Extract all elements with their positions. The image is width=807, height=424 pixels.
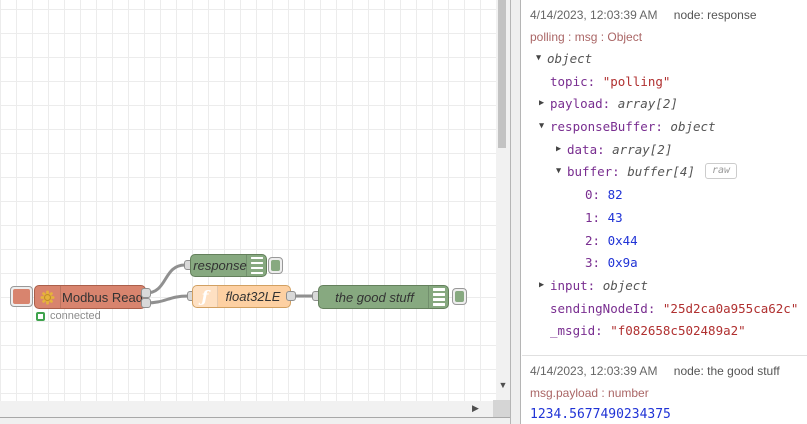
tree-value: "25d2ca0a955ca62c" (662, 300, 799, 316)
tree-key[interactable]: topic: (550, 74, 603, 89)
function-icon: ƒ (193, 286, 218, 307)
debug-tree-row: _msgid: "f082658c502489a2" (530, 323, 799, 346)
scroll-right-arrow-icon[interactable]: ▶ (472, 403, 479, 414)
func-node-label: float32LE (225, 289, 281, 304)
debug-tree-row: 1: 43 (530, 210, 799, 233)
tree-key[interactable]: _msgid: (550, 323, 610, 338)
tree-key[interactable]: buffer: (567, 164, 627, 179)
scroll-down-arrow-icon[interactable]: ▼ (496, 380, 510, 390)
tree-key[interactable]: sendingNodeId: (550, 301, 663, 316)
expand-collapsed-icon[interactable]: ▶ (539, 278, 550, 293)
tree-value: array[2] (617, 96, 678, 112)
goodstuff-toggle-button-fill (455, 291, 464, 302)
tree-key[interactable]: input: (550, 278, 603, 293)
goodstuff-toggle-button[interactable] (452, 288, 467, 305)
debug-message-header: 4/14/2023, 12:03:39 AM node: response (530, 8, 799, 22)
tree-key[interactable]: data: (567, 142, 612, 157)
status-text: connected (50, 310, 101, 322)
expand-expanded-icon[interactable]: ▼ (539, 119, 550, 134)
tree-value: 43 (607, 209, 623, 225)
node-modbus-read[interactable]: Modbus Read (34, 285, 146, 309)
debug-tree-row: ▼ buffer: buffer[4] raw (530, 163, 799, 187)
scrollbar-corner (493, 400, 510, 417)
node-red-window: Modbus Read connected response ƒ float32… (0, 0, 807, 424)
expand-expanded-icon[interactable]: ▼ (536, 51, 547, 66)
expand-collapsed-icon[interactable]: ▶ (556, 142, 567, 157)
flow-canvas[interactable]: Modbus Read connected response ƒ float32… (0, 0, 496, 401)
sidebar-separator[interactable] (510, 0, 521, 424)
debug-message[interactable]: 4/14/2023, 12:03:39 AM node: the good st… (522, 354, 807, 424)
debug-tree-row: 2: 0x44 (530, 233, 799, 256)
tree-value: object (670, 119, 716, 135)
horizontal-scrollbar[interactable]: ▶ (0, 401, 496, 417)
func-output-port[interactable] (286, 291, 296, 301)
debug-timestamp: 4/14/2023, 12:03:39 AM (530, 363, 658, 378)
vertical-scrollbar[interactable]: ▼ (496, 0, 510, 401)
debug-sidebar-icon (428, 286, 448, 308)
tree-value: "f082658c502489a2" (610, 323, 746, 339)
tree-value: object (547, 51, 593, 66)
modbus-output-port-1[interactable] (141, 288, 151, 298)
debug-tree-row: sendingNodeId: "25d2ca0a955ca62c" (530, 301, 799, 324)
debug-payload-value: 1234.5677490234375 (530, 406, 671, 422)
modbus-output-port-2[interactable] (141, 298, 151, 308)
expand-collapsed-icon[interactable]: ▶ (539, 96, 550, 111)
modbus-status: connected (36, 310, 101, 322)
debug-timestamp: 4/14/2023, 12:03:39 AM (530, 8, 658, 22)
tree-value: object (602, 277, 648, 293)
status-ring-icon (36, 311, 45, 321)
modbus-node-button-fill (13, 289, 30, 304)
debug-object-tree: ▼ object topic: "polling" ▶ payload: array[2… (530, 51, 799, 346)
response-toggle-button-fill (271, 260, 280, 271)
tree-key[interactable]: 1: (585, 210, 608, 225)
modbus-node-button[interactable] (10, 286, 33, 307)
debug-tree-row: 0: 82 (530, 187, 799, 210)
tree-value: array[2] (612, 141, 673, 157)
debug-tree-row: ▶ data: array[2] (530, 142, 799, 165)
debug-tree-row: 3: 0x9a (530, 255, 799, 278)
tree-key[interactable]: 3: (585, 255, 608, 270)
tree-value: buffer[4] (627, 164, 695, 180)
tree-value: 0x9a (607, 255, 638, 271)
raw-button[interactable]: raw (704, 163, 738, 180)
debug-tree-row: ▼ object (530, 51, 799, 74)
tree-value: 0x44 (607, 232, 638, 248)
debug-message-header: 4/14/2023, 12:03:39 AM node: the good st… (530, 364, 799, 378)
node-float32le[interactable]: ƒ float32LE (192, 285, 291, 308)
response-node-label: response (193, 258, 247, 273)
debug-tree-row: topic: "polling" (530, 74, 799, 97)
tree-key[interactable]: responseBuffer: (550, 119, 670, 134)
vertical-scrollbar-thumb[interactable] (498, 0, 506, 148)
tree-key[interactable]: 2: (585, 233, 608, 248)
tree-value: 82 (607, 187, 623, 203)
tree-value: "polling" (602, 73, 671, 89)
debug-sidebar-icon (246, 255, 266, 276)
debug-source-node: node: the good stuff (673, 363, 780, 378)
node-response[interactable]: response (190, 254, 267, 277)
wire[interactable] (145, 294, 189, 305)
wires-layer (145, 263, 313, 305)
debug-source-node: node: response (673, 8, 757, 22)
debug-tree-row: ▼ responseBuffer: object (530, 119, 799, 142)
debug-message[interactable]: 4/14/2023, 12:03:39 AM node: response po… (522, 0, 807, 355)
goodstuff-node-label: the good stuff (335, 289, 414, 305)
bottom-strip (0, 418, 521, 424)
response-toggle-button[interactable] (268, 257, 283, 274)
tree-key[interactable]: 0: (585, 187, 608, 202)
debug-topic-line: polling : msg : Object (530, 30, 643, 44)
modbus-node-label: Modbus Read (62, 289, 143, 305)
debug-tree-row: ▶ input: object (530, 278, 799, 301)
debug-sidebar: 4/14/2023, 12:03:39 AM node: response po… (522, 0, 807, 424)
node-the-good-stuff[interactable]: the good stuff (318, 285, 449, 309)
modbus-icon (35, 286, 61, 308)
expand-expanded-icon[interactable]: ▼ (556, 164, 567, 179)
debug-tree-row: ▶ payload: array[2] (530, 96, 799, 119)
tree-key[interactable]: payload: (550, 96, 618, 111)
wire[interactable] (145, 263, 186, 295)
debug-topic-line: msg.payload : number (530, 385, 649, 400)
